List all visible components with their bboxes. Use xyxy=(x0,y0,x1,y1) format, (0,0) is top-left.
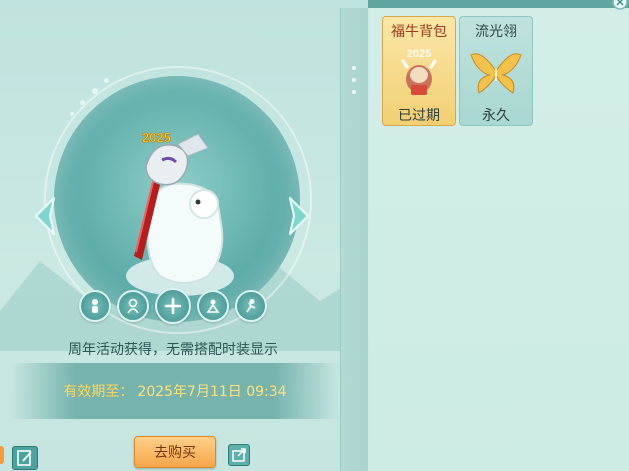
item-description: 周年活动获得，无需搭配时装显示 xyxy=(68,342,278,358)
share-icon xyxy=(232,448,246,462)
expiry-band: 有效期至： 2025年7月11日 09:34 xyxy=(10,363,340,419)
edit-button[interactable] xyxy=(12,446,38,470)
ox-backpack-icon: 2025 xyxy=(389,45,449,99)
prev-arrow-button[interactable] xyxy=(32,196,58,236)
buy-button[interactable]: 去购买 xyxy=(134,436,216,468)
mount-character-art: 2025 xyxy=(126,130,234,296)
plus-icon xyxy=(164,297,182,315)
close-icon[interactable] xyxy=(600,0,629,10)
item-status: 已过期 xyxy=(398,108,440,124)
side-tab-edge[interactable] xyxy=(0,446,4,464)
figure-icon xyxy=(127,298,139,314)
year-badge: 2025 xyxy=(142,130,171,145)
edit-icon xyxy=(17,450,32,466)
preview-panel: 2025 周年活动获得，无需搭配时装显示 有效期至： 2025年7月11日 09… xyxy=(0,0,368,471)
person-icon xyxy=(92,299,98,313)
outfit-view-button[interactable] xyxy=(117,290,149,322)
mount-action-button[interactable] xyxy=(197,290,229,322)
character-view-button[interactable] xyxy=(79,290,111,322)
add-button[interactable] xyxy=(155,288,191,324)
share-button[interactable] xyxy=(228,444,250,466)
pose-action-button[interactable] xyxy=(235,290,267,322)
item-card-golden-wings[interactable]: 流光翎 永久 xyxy=(459,16,533,126)
item-name: 福牛背包 xyxy=(391,24,447,40)
preview-scroll-rail[interactable] xyxy=(340,8,368,471)
expiry-value: 2025年7月11日 09:34 xyxy=(137,384,287,400)
ride-icon xyxy=(206,299,220,313)
expiry-label: 有效期至： xyxy=(63,384,134,400)
golden-wings-icon xyxy=(466,45,526,99)
item-name: 流光翎 xyxy=(475,24,517,40)
item-status: 永久 xyxy=(482,108,510,124)
item-card-ox-backpack[interactable]: 福牛背包 2025 已过期 xyxy=(382,16,456,126)
item-badge: 2025 xyxy=(407,48,431,60)
pose-icon xyxy=(246,299,256,313)
preview-action-row xyxy=(79,288,267,324)
next-arrow-button[interactable] xyxy=(286,196,312,236)
